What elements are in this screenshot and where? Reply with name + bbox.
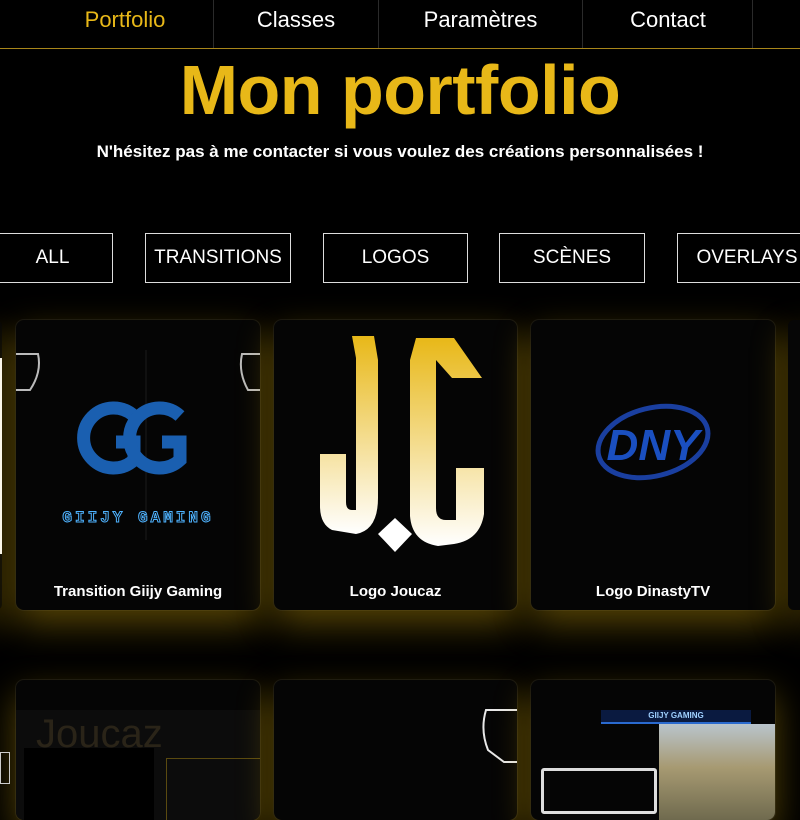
joucaz-logo-icon: [320, 336, 484, 552]
card-caption: Logo Joucaz: [349, 583, 442, 600]
card-thumbnail: [482, 709, 517, 763]
portfolio-card-row2-1[interactable]: Joucaz: [16, 680, 260, 820]
portfolio-card-partial-left[interactable]: [0, 320, 2, 610]
card-caption: Transition Giijy Gaming: [53, 583, 223, 600]
svg-text:DNY: DNY: [607, 421, 704, 470]
card-thumbnail-fragment: [0, 358, 2, 554]
card-thumbnail-gameplay: [659, 724, 775, 820]
filter-all-button[interactable]: ALL: [0, 233, 113, 283]
portfolio-card-row2-3[interactable]: GIIJY GAMING: [531, 680, 775, 820]
filter-scenes-button[interactable]: SCÈNES: [499, 233, 645, 283]
top-navigation: Portfolio Classes Paramètres Contact: [0, 0, 800, 49]
filter-logos-button[interactable]: LOGOS: [323, 233, 468, 283]
portfolio-card-row2-2[interactable]: [274, 680, 517, 820]
filter-transitions-button[interactable]: TRANSITIONS: [145, 233, 291, 283]
dinastytv-logo-icon: DNY: [595, 403, 711, 481]
svg-text:GIIJY GAMING: GIIJY GAMING: [62, 509, 213, 527]
portfolio-card-logo-joucaz[interactable]: Logo Joucaz: [274, 320, 517, 610]
nav-item-portfolio[interactable]: Portfolio: [48, 0, 202, 48]
giijy-gaming-thumbnail: GIIJY GAMING: [16, 350, 260, 540]
card-thumbnail-overlay: [24, 748, 154, 820]
card-thumbnail-frame: [541, 768, 657, 814]
card-thumbnail-banner: GIIJY GAMING: [601, 710, 751, 724]
close-icon[interactable]: [0, 752, 10, 784]
portfolio-card-transition-giijy[interactable]: GIIJY GAMING Transition Giijy Gaming: [16, 320, 260, 610]
page-title: Mon portfolio: [179, 51, 621, 129]
card-thumbnail-frame: [166, 758, 260, 820]
filter-overlays-button[interactable]: OVERLAYS: [677, 233, 800, 283]
page-subtitle: N'hésitez pas à me contacter si vous vou…: [96, 142, 704, 161]
nav-item-classes[interactable]: Classes: [214, 0, 378, 48]
nav-divider: [752, 0, 753, 48]
nav-item-contact[interactable]: Contact: [583, 0, 753, 48]
card-caption: Logo DinastyTV: [595, 583, 711, 600]
portfolio-card-partial-right[interactable]: [788, 320, 800, 610]
portfolio-card-logo-dinastytv[interactable]: DNY Logo DinastyTV: [531, 320, 775, 610]
nav-item-parametres[interactable]: Paramètres: [379, 0, 582, 48]
